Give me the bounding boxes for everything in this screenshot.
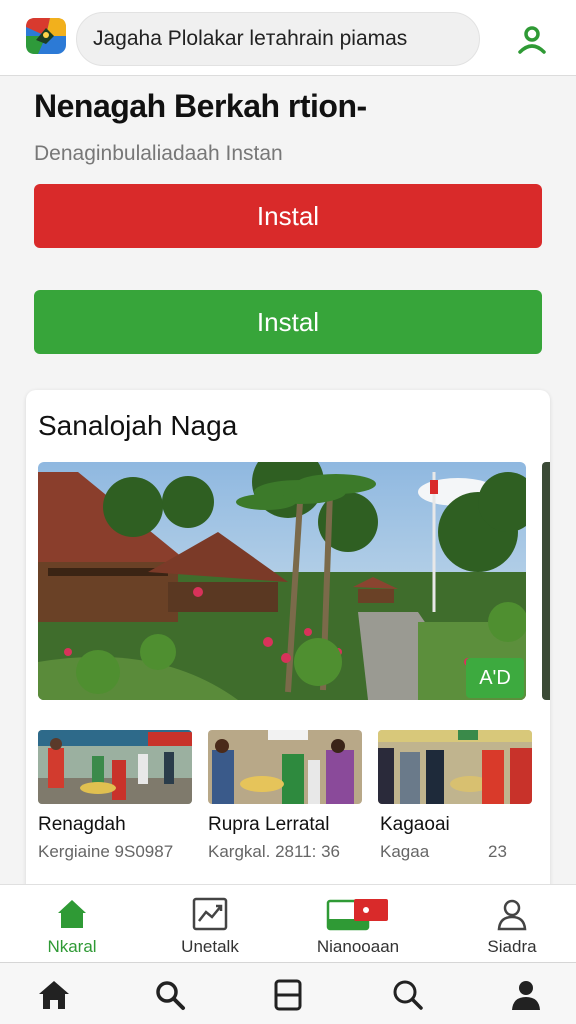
profile-icon[interactable] — [514, 22, 550, 58]
nav-item-profile[interactable]: Siadra — [440, 885, 576, 963]
item-name[interactable]: Renagdah — [38, 814, 126, 836]
tabs-icon[interactable] — [270, 977, 306, 1013]
ad-badge: A'D — [466, 658, 524, 698]
nav-item-chart[interactable]: Unetalk — [138, 885, 282, 963]
search-icon[interactable] — [152, 977, 188, 1013]
install-button-green[interactable]: Instal — [34, 290, 542, 354]
featured-image[interactable] — [38, 462, 526, 700]
item-thumbnail[interactable] — [378, 730, 532, 804]
featured-card: Sanalojah Naga A'D Renagdah Rupra Lerrat… — [26, 390, 550, 910]
item-meta: Kargkal. 2811: 36 — [208, 842, 340, 861]
system-nav-bar — [0, 962, 576, 1024]
item-meta: Kergiaine 9S0987 — [38, 842, 174, 861]
chart-icon — [192, 897, 228, 931]
card-title: Sanalojah Naga — [38, 410, 238, 441]
home-icon[interactable] — [36, 977, 72, 1013]
nav-label: Siadra — [487, 937, 537, 956]
search-icon[interactable] — [390, 977, 426, 1013]
nav-item-flag[interactable]: Nianooaan — [286, 885, 430, 963]
item-name[interactable]: Kagaoai — [380, 814, 450, 836]
person-icon[interactable] — [508, 977, 544, 1013]
item-name[interactable]: Rupra Lerratal — [208, 814, 329, 836]
search-bar[interactable]: Jagaha Plolakar leтahrain piamas — [76, 12, 480, 66]
top-bar: Jagaha Plolakar leтahrain piamas — [0, 0, 576, 76]
next-image-peek[interactable] — [542, 462, 550, 700]
item-thumbnail[interactable] — [208, 730, 362, 804]
search-bar-text: Jagaha Plolakar leтahrain piamas — [93, 27, 408, 50]
app-logo-icon[interactable] — [24, 14, 68, 58]
person-icon — [497, 899, 527, 931]
page-subtitle: Denaginbulaliadaah Instan — [34, 142, 283, 165]
flag-card-icon — [326, 899, 388, 931]
install-button-red[interactable]: Instal — [34, 184, 542, 248]
item-meta: Kagaa — [380, 842, 430, 861]
nav-label: Nianooaan — [316, 937, 400, 956]
item-meta-count: 23 — [488, 842, 507, 861]
page-title: Nenagah Berkah rtion- — [34, 88, 367, 124]
bottom-nav: Nkaral Unetalk Nianooaan Siadra — [0, 884, 576, 962]
item-thumbnail[interactable] — [38, 730, 192, 804]
nav-label: Unetalk — [181, 937, 239, 956]
home-icon — [58, 900, 86, 928]
nav-item-home[interactable]: Nkaral — [0, 885, 144, 963]
nav-label: Nkaral — [47, 937, 97, 956]
